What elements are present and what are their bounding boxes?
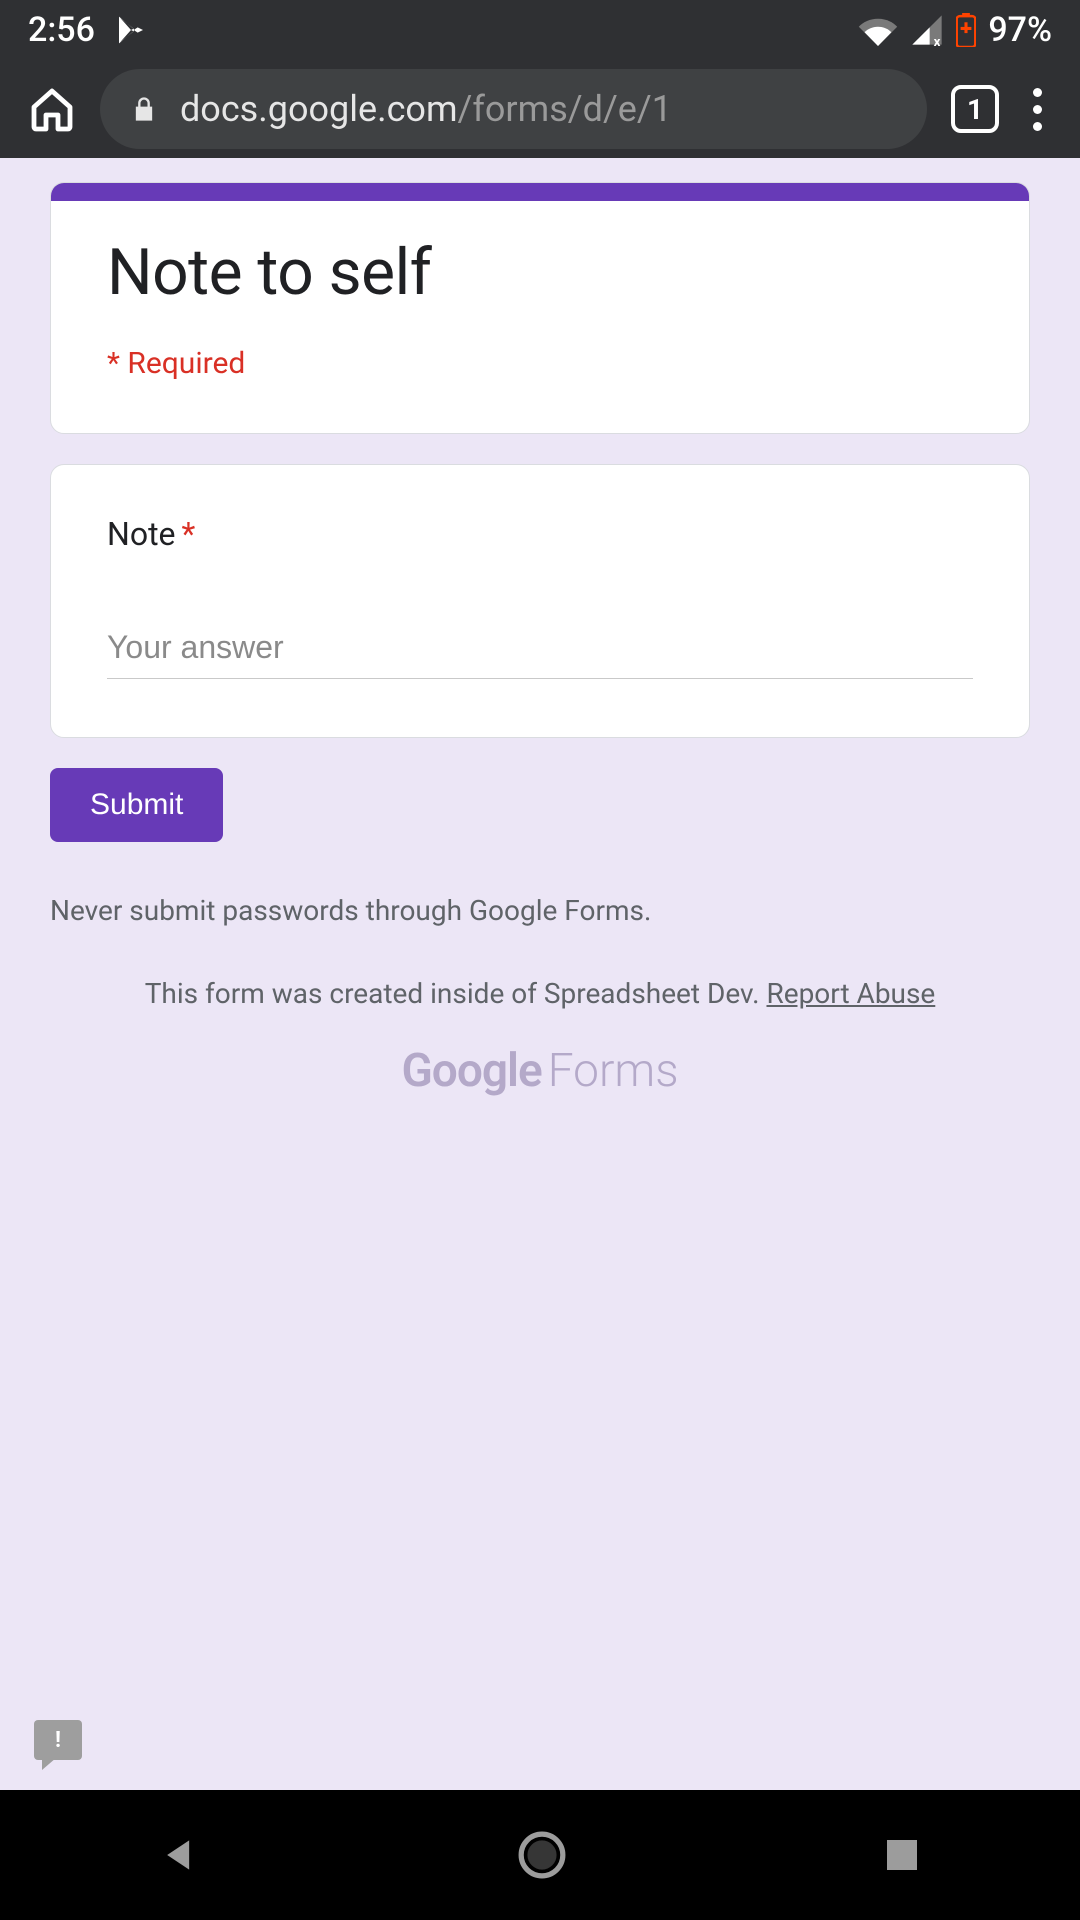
cell-signal-icon: x [910, 14, 944, 46]
brand-google: Google [401, 1044, 541, 1098]
nav-recents-icon[interactable] [882, 1835, 922, 1875]
status-left: 2:56 [28, 10, 147, 50]
svg-text:x: x [934, 35, 941, 46]
home-icon[interactable] [28, 85, 76, 133]
nav-back-icon[interactable] [158, 1833, 202, 1877]
question-label-row: Note* [107, 515, 973, 553]
form-origin: This form was created inside of Spreadsh… [50, 977, 1030, 1010]
required-note: * Required [107, 346, 973, 381]
url-text: docs.google.com/forms/d/e/1 [180, 88, 672, 130]
battery-percent: 97% [988, 10, 1052, 50]
form-header-card: Note to self * Required [50, 182, 1030, 434]
question-card: Note* [50, 464, 1030, 738]
question-label: Note [107, 515, 176, 553]
origin-text: This form was created inside of Spreadsh… [145, 977, 767, 1010]
wifi-icon [858, 14, 898, 46]
status-right: x 97% [858, 10, 1052, 50]
status-bar: 2:56 x 97% [0, 0, 1080, 60]
required-asterisk: * [182, 515, 196, 553]
url-bar[interactable]: docs.google.com/forms/d/e/1 [100, 69, 927, 149]
password-disclaimer: Never submit passwords through Google Fo… [50, 894, 1030, 927]
overflow-menu-icon[interactable] [1023, 88, 1052, 131]
browser-toolbar: docs.google.com/forms/d/e/1 1 [0, 60, 1080, 158]
form-title: Note to self [107, 235, 973, 310]
tab-switcher[interactable]: 1 [951, 85, 999, 133]
brand-forms: Forms [548, 1044, 679, 1098]
submit-button[interactable]: Submit [50, 768, 223, 842]
google-forms-brand[interactable]: GoogleForms [50, 1044, 1030, 1098]
report-abuse-link[interactable]: Report Abuse [766, 977, 935, 1010]
play-store-icon [115, 13, 147, 47]
accent-bar [51, 183, 1029, 201]
feedback-icon[interactable]: ! [34, 1720, 82, 1760]
android-navbar [0, 1790, 1080, 1920]
url-host: docs.google.com [180, 88, 458, 130]
nav-home-icon[interactable] [517, 1830, 567, 1880]
status-time: 2:56 [28, 10, 95, 50]
url-path: /forms/d/e/1 [458, 88, 672, 130]
lock-icon [130, 93, 158, 125]
tab-count: 1 [967, 93, 983, 126]
battery-icon [956, 13, 976, 47]
answer-input[interactable] [107, 617, 973, 679]
page-content: Note to self * Required Note* Submit Nev… [0, 158, 1080, 1790]
